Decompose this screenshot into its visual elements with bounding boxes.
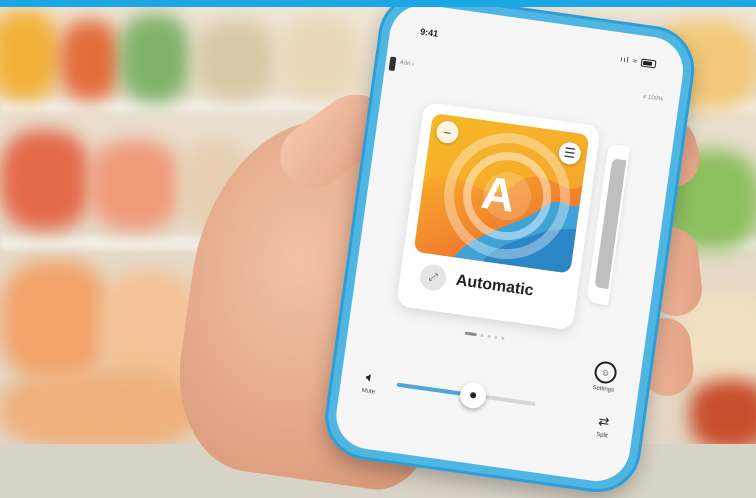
hearing-aid-icon	[388, 56, 397, 72]
split-label: Split	[595, 431, 609, 440]
mute-label: Mute	[361, 387, 376, 396]
battery-icon	[640, 58, 657, 69]
page-indicator	[464, 331, 505, 341]
page-dot[interactable]	[464, 331, 477, 337]
page-dot[interactable]	[494, 335, 498, 340]
top-accent-strip	[0, 0, 756, 7]
program-name: Automatic	[454, 271, 535, 300]
page-dot[interactable]	[480, 333, 484, 338]
settings-label: Settings	[592, 384, 615, 394]
settings-button[interactable]: ☺ Settings	[592, 360, 619, 394]
phone-screen: 9:41 ııl ≈ Adri › ≡ 100% A − ☰ ⤢ Automat…	[331, 0, 688, 486]
split-button[interactable]: ⇄ Split	[596, 413, 611, 439]
volume-slider[interactable]	[396, 380, 536, 410]
next-program-preview	[594, 158, 627, 290]
status-icons: ııl ≈	[620, 55, 657, 69]
settings-icon: ☺	[593, 360, 619, 385]
program-letter: A	[478, 165, 519, 222]
page-dot[interactable]	[487, 334, 491, 339]
auto-icon: ⤢	[418, 262, 448, 293]
phone: 9:41 ııl ≈ Adri › ≡ 100% A − ☰ ⤢ Automat…	[319, 0, 700, 498]
signal-wifi-icon: ııl ≈	[619, 54, 639, 66]
battery-level-label: ≡ 100%	[642, 94, 664, 103]
volume-thumb[interactable]	[458, 380, 488, 410]
program-artwork: A − ☰	[413, 112, 590, 274]
mute-button[interactable]: 🔈︎ Mute	[361, 368, 378, 396]
program-card[interactable]: A − ☰ ⤢ Automatic	[395, 101, 601, 331]
page-dot[interactable]	[501, 336, 505, 341]
device-left-label[interactable]: Adri ›	[399, 60, 414, 68]
speaker-mute-icon: 🔈︎	[365, 368, 376, 386]
split-arrows-icon: ⇄	[597, 413, 611, 430]
program-label-row: ⤢ Automatic	[418, 262, 535, 305]
status-time: 9:41	[419, 26, 439, 39]
